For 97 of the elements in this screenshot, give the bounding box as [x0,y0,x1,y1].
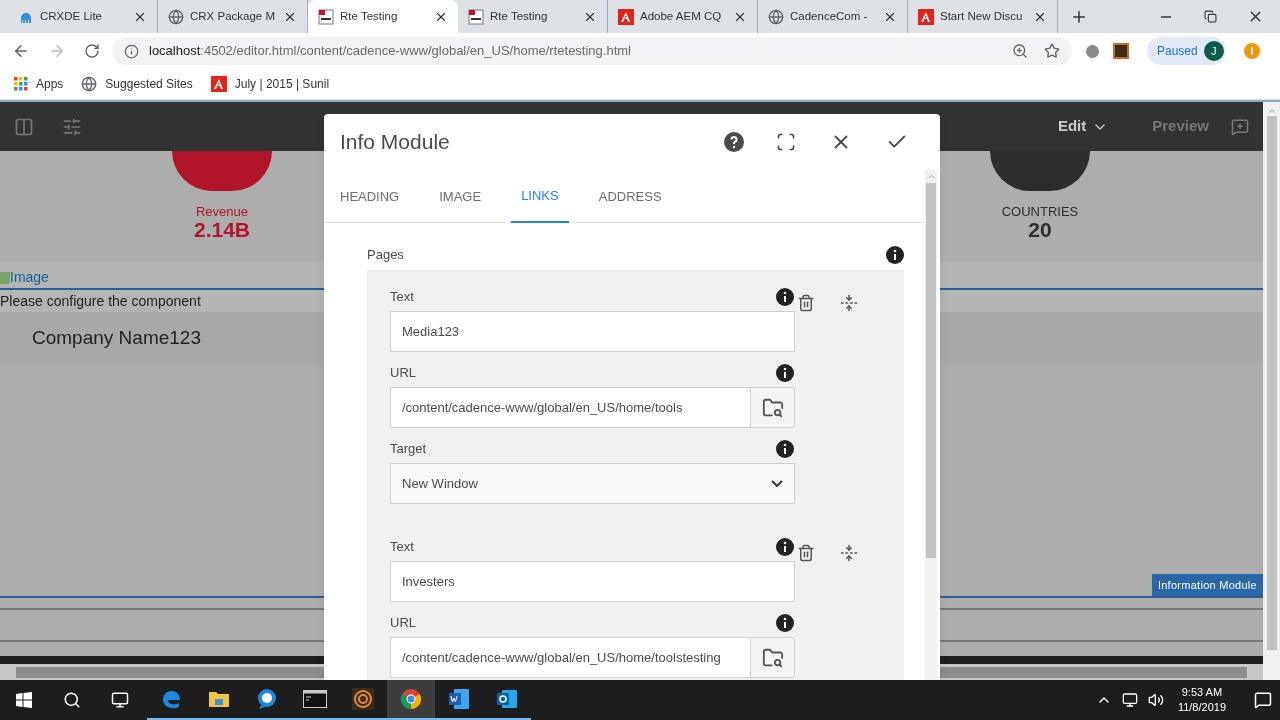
folder-search-icon [761,396,784,419]
extension-icon[interactable] [1113,43,1129,59]
dialog-tab[interactable]: HEADING [340,170,400,223]
info-icon[interactable] [776,614,794,632]
browser-tab[interactable]: Start New Discu [908,0,1058,33]
terminal-icon [303,690,327,708]
chat-bubble-icon [256,688,278,710]
dialog-tab[interactable]: LINKS [511,170,569,223]
browse-button[interactable] [751,637,795,678]
chrome-icon [400,688,422,710]
component-badge: Information Module [1151,573,1263,596]
task-view-icon[interactable] [111,691,129,709]
delete-icon[interactable] [797,544,815,562]
field-label: Text [390,538,414,557]
mode-dropdown[interactable]: Edit [1057,115,1109,138]
address-bar[interactable]: localhost:4502/editor.html/content/cadence-www/global/en_US/home/rtetesting.html [112,37,1072,65]
company-name: Company Name123 [32,325,201,350]
folder-icon [208,689,230,709]
mail-app-icon [496,688,518,710]
browse-button[interactable] [751,387,795,428]
tab-title: Adobe AEM CQ [640,8,722,24]
browser-tab[interactable]: Adobe AEM CQ [608,0,758,33]
tab-title: CRXDE Lite [40,8,102,24]
reorder-icon[interactable] [840,294,858,312]
tab-title: Start New Discu [940,8,1023,24]
network-icon[interactable] [1121,692,1138,708]
info-icon[interactable] [776,538,794,556]
back-icon[interactable] [12,42,30,60]
field-label: Target [390,440,427,459]
url-text: localhost:4502/editor.html/content/cadence-www/global/en_US/home/rtetesting.html [149,42,631,61]
search-icon[interactable] [63,691,81,709]
info-icon [124,43,139,59]
properties-icon[interactable] [62,116,82,137]
delete-icon[interactable] [797,294,815,312]
clock[interactable]: 9:53 AM 11/8/2019 [1173,685,1230,715]
browser-tab[interactable]: CRXDE Lite [8,0,158,33]
browser-e-icon [160,688,182,710]
reload-icon[interactable] [84,43,100,59]
star-icon[interactable] [1044,43,1060,59]
dialog-title: Info Module [340,129,450,156]
dialog-tab[interactable]: ADDRESS [598,170,662,223]
tab-title: Rte Testing [340,8,398,24]
chevron-down-icon [771,480,783,487]
stat-label: COUNTRIES [1001,205,1079,219]
taskbar-app[interactable] [387,680,435,720]
text-field[interactable]: Media123 [390,311,795,352]
target-select[interactable]: New Window [390,463,795,504]
reorder-icon[interactable] [840,544,858,562]
bookmark[interactable]: Apps [14,75,64,93]
page-icon [468,8,484,25]
zoom-icon[interactable] [1012,43,1028,59]
avatar: J [1203,41,1224,61]
fullscreen-icon[interactable] [776,132,796,152]
stat-value: 20 [1028,219,1052,241]
side-panel-icon[interactable] [14,116,34,137]
info-icon[interactable] [776,288,794,306]
section-label: Pages [367,246,404,265]
ring-icon [352,688,374,710]
adobe-icon [918,8,934,25]
bookmark[interactable]: Suggested Sites [81,75,193,93]
folder-search-icon [761,646,784,669]
field-label: URL [390,364,416,383]
info-icon[interactable] [776,364,794,382]
tab-title: CadenceCom - [790,8,868,24]
info-icon[interactable] [776,440,794,458]
browser-tab[interactable]: Rte Testing [308,0,458,33]
restore-icon[interactable] [1204,10,1217,23]
browser-tab[interactable]: Rte Testing [458,0,608,33]
globe-icon [81,76,98,92]
dialog-tab[interactable]: IMAGE [439,170,482,223]
adobe-icon [210,76,227,92]
globe-icon [168,8,184,25]
bookmark[interactable]: July | 2015 | Sunil [210,75,330,93]
info-icon[interactable] [886,246,904,264]
notifications-icon[interactable] [1254,691,1272,709]
browser-tab[interactable]: CadenceCom - [758,0,908,33]
help-icon[interactable] [724,132,744,152]
annotate-icon[interactable] [1231,117,1249,136]
extension-icon[interactable] [1086,44,1099,58]
stat-label: Revenue [195,205,248,219]
placeholder-message: Please configure the component [0,291,201,311]
field-label: URL [390,614,416,633]
text-field[interactable]: Investers [390,561,795,602]
field-label: Text [390,288,414,307]
apps-grid-icon [14,77,28,91]
volume-icon[interactable] [1147,692,1164,708]
adobe-icon [618,8,634,25]
path-field[interactable]: /content/cadence-www/global/en_US/home/toolstesting [390,637,751,678]
path-field[interactable]: /content/cadence-www/global/en_US/home/tools [390,387,751,428]
windows-logo-icon[interactable] [16,692,32,708]
stat-value: 2.14B [193,219,250,241]
tab-title: Rte Testing [490,8,548,24]
page-icon [318,8,334,25]
word-icon [448,688,470,710]
tab-title: CRX Package M [190,8,275,24]
globe-icon [768,8,784,25]
profile-button[interactable]: Paused J [1147,37,1226,65]
